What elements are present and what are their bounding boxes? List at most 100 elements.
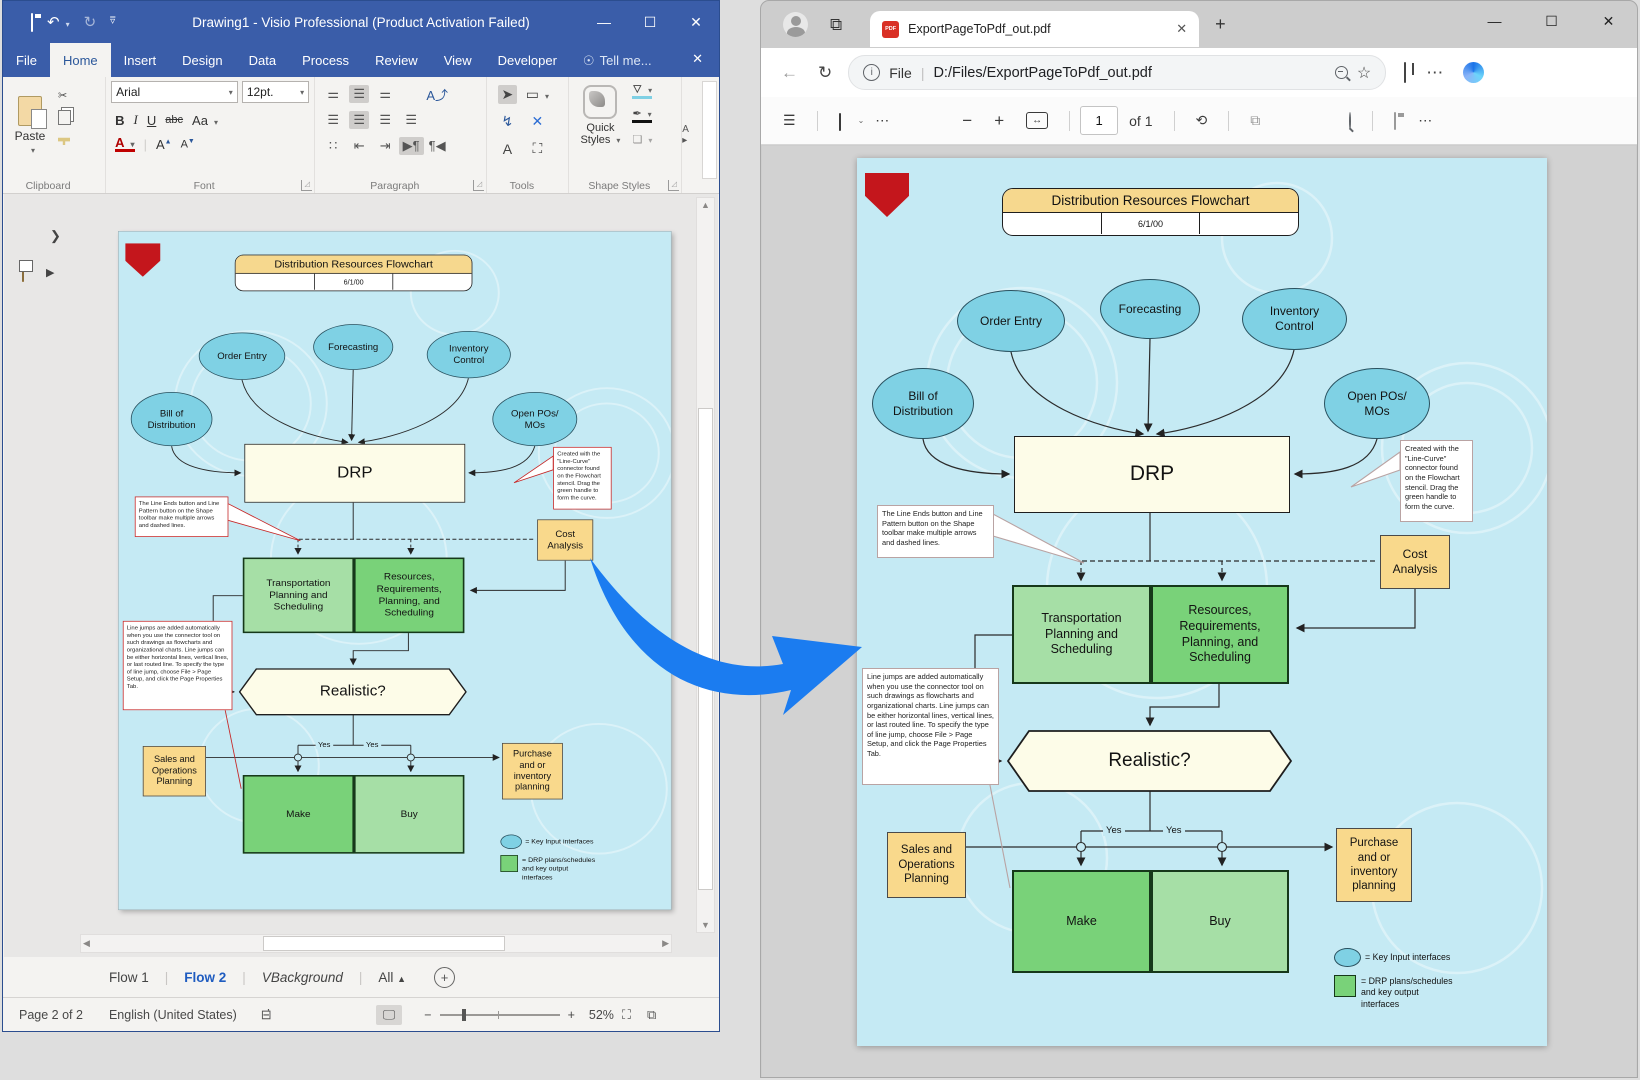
node-open-pos-mos[interactable]: Open POs/ MOs bbox=[492, 392, 577, 446]
strikethrough-button[interactable]: abc bbox=[165, 114, 183, 126]
shrink-font-button[interactable]: A▼ bbox=[181, 138, 195, 151]
rectangle-tool-icon[interactable]: ▭▾ bbox=[526, 86, 549, 103]
decrease-indent-icon[interactable]: ⇤ bbox=[354, 138, 365, 154]
shape-styles-dialog-launcher[interactable]: ◿ bbox=[668, 180, 679, 191]
page-tab-vbackground[interactable]: VBackground bbox=[248, 966, 357, 989]
vertical-scrollbar[interactable]: ▲ ▼ bbox=[696, 197, 715, 933]
redo-icon[interactable]: ↻ bbox=[84, 15, 97, 30]
connector-tool-icon[interactable]: ↯ bbox=[502, 113, 514, 130]
tab-design[interactable]: Design bbox=[169, 43, 235, 77]
zoom-out-button[interactable]: − bbox=[424, 1008, 431, 1022]
copy-icon[interactable] bbox=[58, 110, 71, 125]
underline-button[interactable]: U bbox=[147, 113, 156, 128]
tab-home[interactable]: Home bbox=[50, 43, 111, 77]
italic-button[interactable]: I bbox=[134, 112, 138, 128]
edge-minimize-button[interactable]: — bbox=[1466, 1, 1523, 41]
font-name-select[interactable]: Arial▾ bbox=[111, 81, 238, 103]
back-icon[interactable]: ← bbox=[781, 63, 798, 83]
page-tab-flow2[interactable]: Flow 2 bbox=[170, 966, 240, 989]
save-pdf-icon[interactable] bbox=[1394, 113, 1396, 129]
undo-icon[interactable]: ↶▾ bbox=[47, 15, 70, 30]
node-purchase[interactable]: Purchase and or inventory planning bbox=[502, 743, 563, 799]
node-buy[interactable]: Buy bbox=[354, 775, 464, 854]
settings-ellipsis-icon[interactable]: ⋯ bbox=[1426, 63, 1443, 83]
tell-me-box[interactable]: ☉Tell me... bbox=[570, 43, 665, 77]
toc-icon[interactable]: ☰ bbox=[783, 112, 796, 129]
align-bottom-icon[interactable]: ⚌ bbox=[379, 86, 391, 102]
refresh-icon[interactable]: ↻ bbox=[818, 63, 832, 83]
vertical-scroll-thumb[interactable] bbox=[698, 408, 713, 890]
rotate-icon[interactable]: ⟲ bbox=[1196, 112, 1208, 129]
favorite-star-icon[interactable]: ☆ bbox=[1357, 63, 1371, 83]
tab-file[interactable]: File bbox=[3, 43, 50, 77]
tab-view[interactable]: View bbox=[431, 43, 485, 77]
callout-line-jumps[interactable]: Line jumps are added automatically when … bbox=[123, 621, 233, 710]
visio-drawing-page[interactable]: Distribution Resources Flowchart 6/1/00 … bbox=[118, 231, 672, 910]
pdf-zoom-in-icon[interactable]: + bbox=[994, 111, 1004, 131]
ltr-icon[interactable]: ▶¶ bbox=[399, 137, 424, 155]
scroll-right-icon[interactable]: ▶ bbox=[662, 938, 669, 949]
address-bar[interactable]: i File | D:/Files/ExportPageToPdf_out.pd… bbox=[848, 55, 1386, 90]
annotate-more-icon[interactable]: ⋯ bbox=[875, 112, 889, 129]
zoom-slider[interactable] bbox=[440, 1014, 560, 1016]
info-icon[interactable]: i bbox=[863, 64, 880, 81]
workspaces-icon[interactable]: ⧉ bbox=[830, 15, 842, 35]
line-color-icon[interactable]: ✒▾ bbox=[632, 109, 652, 123]
node-sales-operations[interactable]: Sales and Operations Planning bbox=[143, 746, 206, 796]
title-banner[interactable]: Distribution Resources Flowchart 6/1/00 bbox=[235, 255, 473, 292]
align-right-icon[interactable]: ☰ bbox=[379, 112, 391, 128]
fill-color-icon[interactable]: 🜄▾ bbox=[632, 85, 652, 99]
search-icon[interactable] bbox=[1349, 113, 1351, 129]
highlighter-icon[interactable] bbox=[839, 113, 841, 129]
page-indicator[interactable]: Page 2 of 2 bbox=[19, 1008, 83, 1022]
scroll-left-icon[interactable]: ◀ bbox=[83, 938, 90, 949]
rtl-icon[interactable]: ¶◀ bbox=[429, 138, 446, 154]
paste-button[interactable]: Paste ▾ bbox=[8, 81, 52, 169]
text-rotate-icon[interactable]: A⤴ bbox=[426, 85, 448, 104]
zoom-level[interactable]: 52% bbox=[589, 1008, 614, 1022]
insert-page-icon[interactable]: + bbox=[434, 967, 455, 988]
zoom-in-button[interactable]: + bbox=[568, 1008, 575, 1022]
highlighter-chevron-icon[interactable]: ⌄ bbox=[858, 116, 865, 125]
align-center-icon[interactable]: ☰ bbox=[349, 111, 369, 129]
callout-line-ends[interactable]: The Line Ends button and Line Pattern bu… bbox=[135, 497, 229, 537]
node-make[interactable]: Make bbox=[243, 775, 354, 854]
browser-tab[interactable]: PDF ExportPageToPdf_out.pdf ✕ bbox=[870, 11, 1199, 47]
font-size-select[interactable]: 12pt.▾ bbox=[242, 81, 309, 103]
text-tool-icon[interactable]: A bbox=[503, 141, 512, 157]
profile-avatar[interactable] bbox=[783, 12, 808, 37]
increase-indent-icon[interactable]: ⇥ bbox=[380, 138, 391, 154]
node-drp[interactable]: DRP bbox=[244, 444, 465, 503]
pdf-zoom-out-icon[interactable]: − bbox=[962, 111, 972, 131]
format-painter-icon[interactable] bbox=[58, 133, 70, 145]
justify-icon[interactable]: ☰ bbox=[405, 112, 417, 128]
tab-insert[interactable]: Insert bbox=[111, 43, 170, 77]
scroll-up-icon[interactable]: ▲ bbox=[697, 200, 714, 210]
scroll-down-icon[interactable]: ▼ bbox=[697, 920, 714, 930]
node-realistic[interactable]: Realistic? bbox=[239, 668, 467, 715]
bold-button[interactable]: B bbox=[115, 113, 124, 128]
tab-process[interactable]: Process bbox=[289, 43, 362, 77]
maximize-button[interactable]: ☐ bbox=[627, 1, 673, 43]
page-tab-flow1[interactable]: Flow 1 bbox=[95, 966, 163, 989]
stencil-expand-icon[interactable]: ▶ bbox=[46, 266, 54, 279]
callout-line-curve[interactable]: Created with the "Line-Curve" connector … bbox=[553, 447, 611, 510]
node-transportation[interactable]: Transportation Planning and Scheduling bbox=[243, 558, 354, 634]
fit-page-icon[interactable]: ⛶ bbox=[622, 1007, 631, 1023]
horizontal-scrollbar[interactable]: ◀ ▶ bbox=[80, 934, 672, 953]
change-case-button[interactable]: Aa▾ bbox=[192, 113, 218, 128]
zoom-out-icon[interactable] bbox=[1335, 66, 1348, 79]
grow-font-button[interactable]: A▲ bbox=[156, 137, 172, 152]
font-dialog-launcher[interactable]: ◿ bbox=[301, 180, 312, 191]
pdf-more-icon[interactable]: ⋯ bbox=[1418, 112, 1432, 129]
align-top-icon[interactable]: ⚌ bbox=[327, 86, 339, 102]
copilot-icon[interactable] bbox=[1463, 62, 1484, 83]
node-resources[interactable]: Resources, Requirements, Planning, and S… bbox=[354, 558, 464, 634]
drawing-canvas[interactable]: ❯ ▶ bbox=[4, 194, 718, 957]
page-view-icon[interactable]: ⧉ bbox=[1250, 112, 1260, 129]
tab-developer[interactable]: Developer bbox=[485, 43, 570, 77]
page-number-input[interactable]: 1 bbox=[1080, 106, 1118, 135]
node-inventory-control[interactable]: Inventory Control bbox=[427, 331, 511, 378]
pdf-viewer[interactable]: Distribution Resources Flowchart 6/1/00 … bbox=[762, 146, 1636, 1077]
node-cost-analysis[interactable]: Cost Analysis bbox=[537, 519, 593, 560]
